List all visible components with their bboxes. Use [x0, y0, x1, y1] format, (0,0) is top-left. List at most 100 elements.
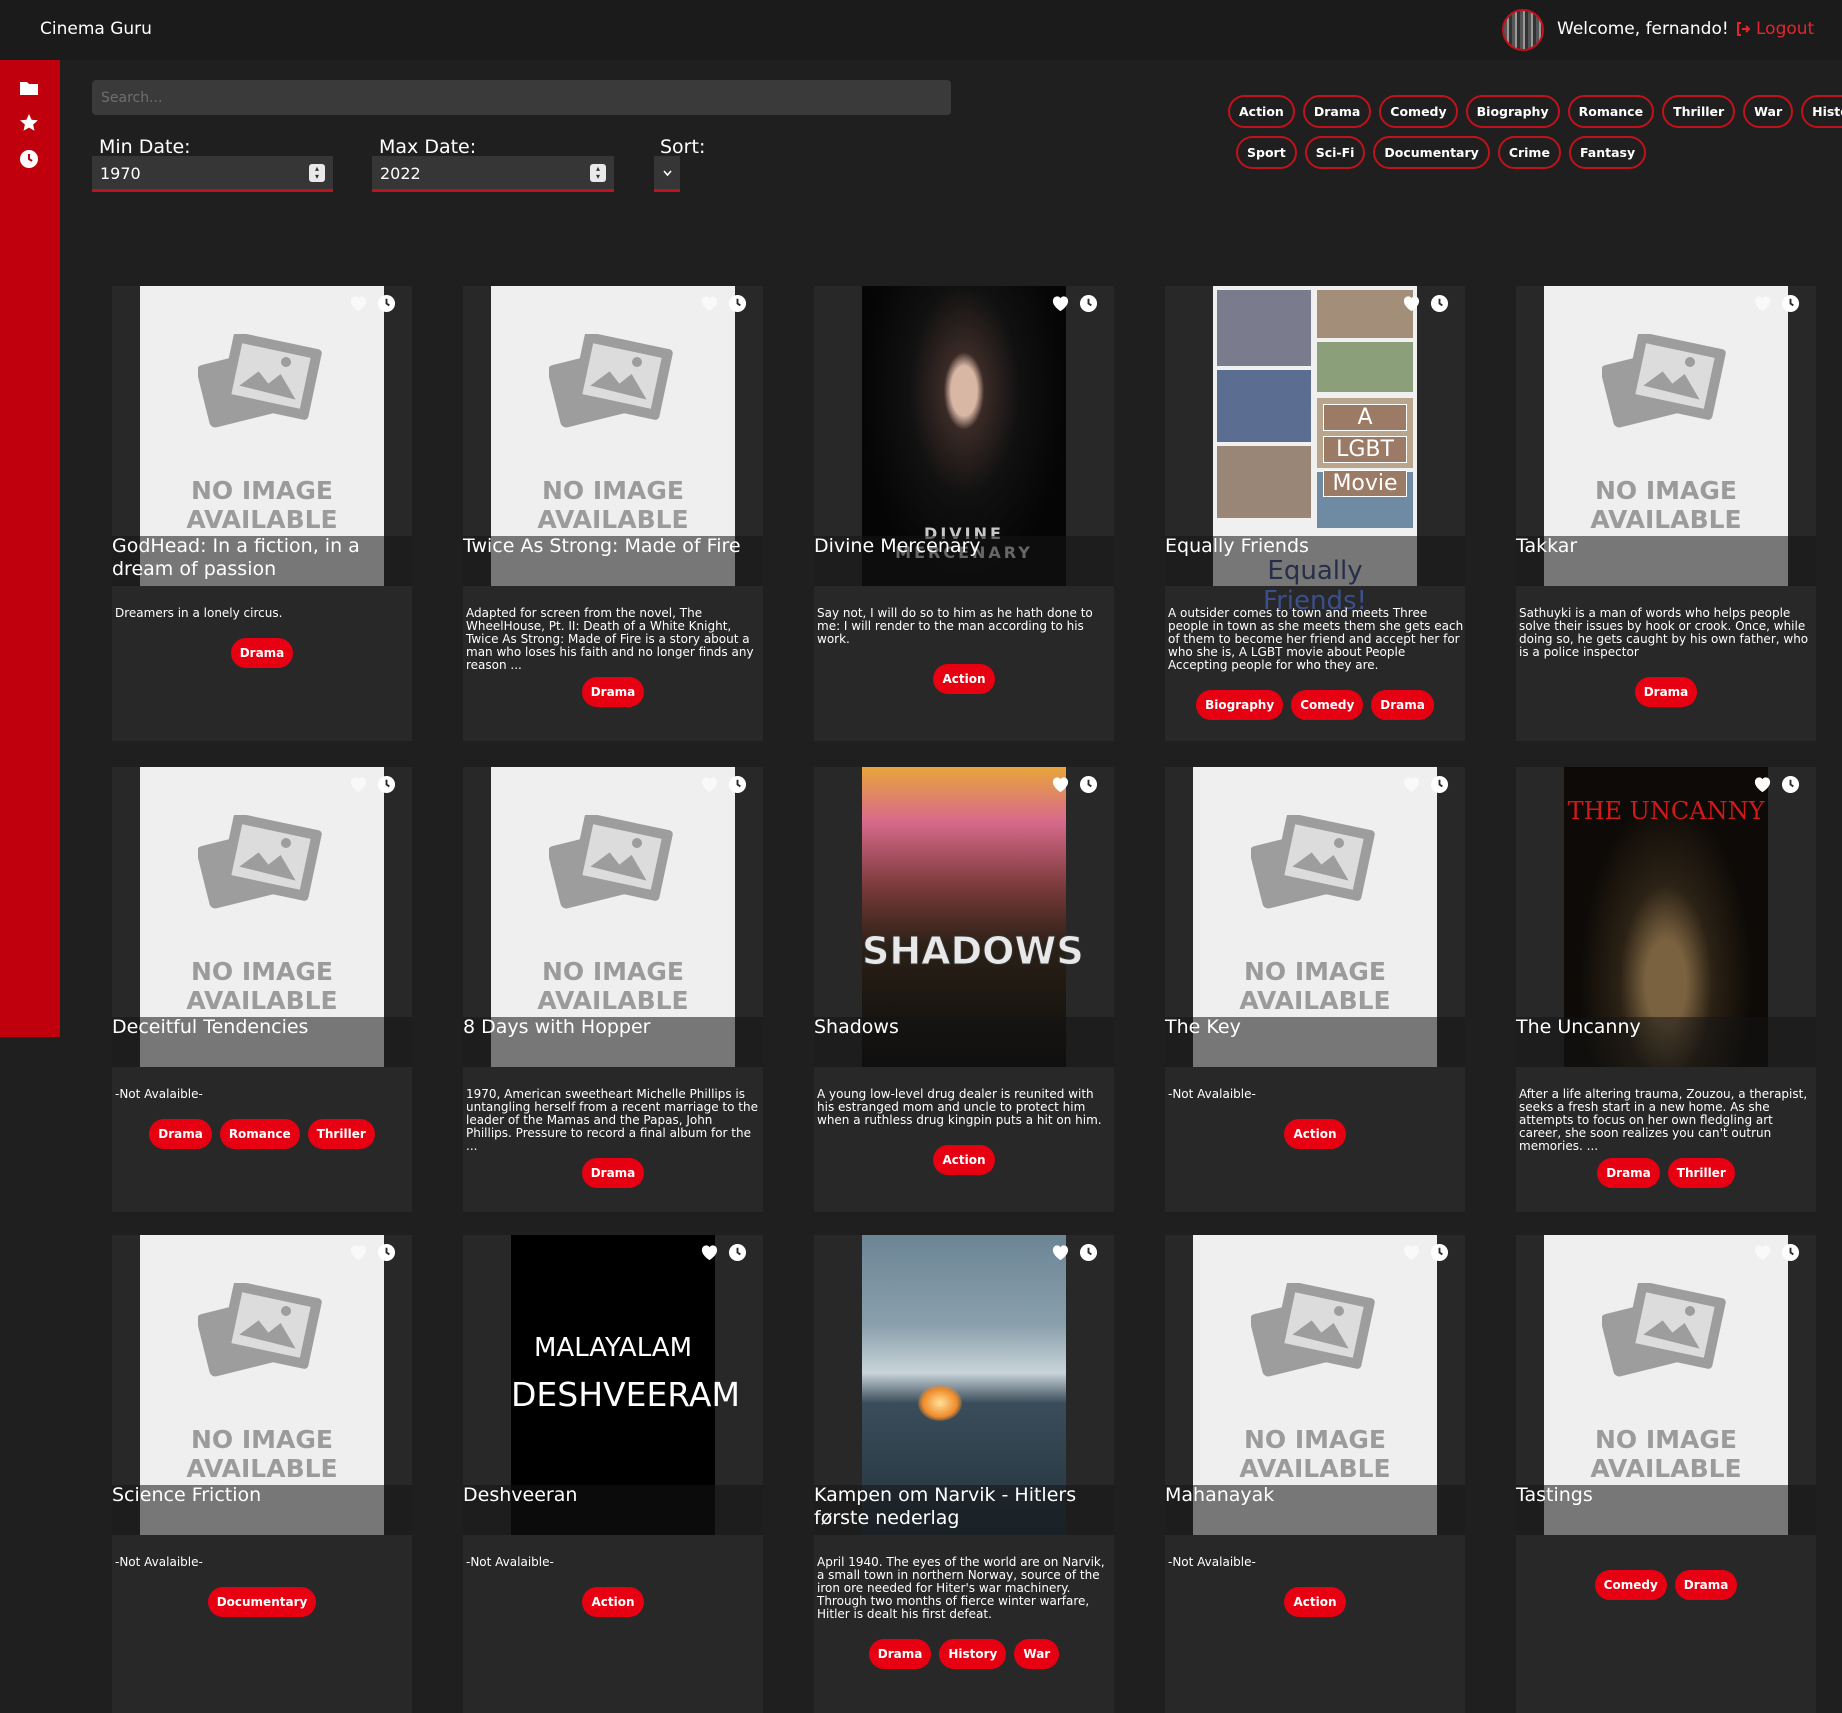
heart-icon[interactable]: [700, 1243, 719, 1266]
movie-card[interactable]: NO IMAGE AVAILABLE Science Friction -Not Av…: [112, 1235, 412, 1713]
genre-tag[interactable]: Thriller: [1667, 1158, 1735, 1188]
clock-icon[interactable]: [1430, 775, 1449, 798]
genre-tag[interactable]: Drama: [230, 638, 294, 668]
genre-filter-action[interactable]: Action: [1228, 95, 1295, 128]
card-actions: [700, 775, 747, 798]
genre-filter-history[interactable]: History: [1801, 95, 1842, 128]
heart-icon[interactable]: [349, 775, 368, 798]
movie-card[interactable]: NO IMAGE AVAILABLE Mahanayak -Not Avalaible…: [1165, 1235, 1465, 1713]
movie-card[interactable]: NO IMAGE AVAILABLE Takkar Sathuyki is a man…: [1516, 286, 1816, 741]
heart-icon[interactable]: [700, 775, 719, 798]
genre-tag[interactable]: Romance: [219, 1119, 300, 1149]
heart-icon[interactable]: [1753, 775, 1772, 798]
genre-tag[interactable]: Action: [933, 1145, 995, 1175]
clock-icon[interactable]: [19, 149, 39, 169]
search-input[interactable]: [92, 80, 951, 115]
genre-filter-sci-fi[interactable]: Sci-Fi: [1304, 136, 1366, 169]
genre-tag[interactable]: Drama: [149, 1119, 212, 1149]
logout-button[interactable]: Logout: [1735, 19, 1814, 39]
genre-filter-fantasy[interactable]: Fantasy: [1568, 136, 1647, 169]
genre-tag[interactable]: Drama: [1371, 690, 1434, 720]
genre-tag[interactable]: Drama: [581, 1158, 645, 1188]
genre-tag[interactable]: Comedy: [1594, 1570, 1667, 1600]
heart-icon[interactable]: [700, 294, 719, 317]
genre-tag[interactable]: Action: [582, 1587, 644, 1617]
max-date-input[interactable]: 2022 ▴ ▾: [372, 156, 614, 192]
clock-icon[interactable]: [1430, 1243, 1449, 1266]
heart-icon[interactable]: [1402, 294, 1421, 317]
star-icon[interactable]: [19, 113, 39, 133]
movie-card[interactable]: MALAYALAM DESHVEERAM Deshveeran -Not Avalai…: [463, 1235, 763, 1713]
genre-filter-biography[interactable]: Biography: [1465, 95, 1560, 128]
no-image-text: NO IMAGE AVAILABLE: [140, 957, 384, 1015]
clock-icon[interactable]: [1430, 294, 1449, 317]
movie-card[interactable]: NO IMAGE AVAILABLE GodHead: In a fiction, …: [112, 286, 412, 741]
no-image-line: NO IMAGE: [190, 476, 333, 505]
genre-tag[interactable]: Drama: [1634, 677, 1698, 707]
max-date-spinner-icon[interactable]: ▴ ▾: [590, 164, 606, 182]
movie-card[interactable]: NO IMAGE AVAILABLE The Key -Not Avalaible- A…: [1165, 767, 1465, 1212]
movie-card[interactable]: DIVINE MERCENARYDivine MercenarySay not,…: [814, 286, 1114, 741]
heart-icon[interactable]: [1753, 1243, 1772, 1266]
genre-filter-sport[interactable]: Sport: [1236, 136, 1297, 169]
genre-tag[interactable]: Drama: [1597, 1158, 1660, 1188]
genre-tag[interactable]: Drama: [581, 677, 645, 707]
clock-icon[interactable]: [1079, 1243, 1098, 1266]
genre-tag[interactable]: Thriller: [307, 1119, 375, 1149]
sort-select[interactable]: [654, 156, 680, 192]
min-date-spinner-icon[interactable]: ▴ ▾: [309, 164, 325, 182]
genre-tags: Action: [1165, 1587, 1465, 1617]
clock-icon[interactable]: [377, 775, 396, 798]
genre-filter-documentary[interactable]: Documentary: [1373, 136, 1490, 169]
genre-filter-comedy[interactable]: Comedy: [1379, 95, 1458, 128]
app-title[interactable]: Cinema Guru: [40, 19, 152, 39]
heart-icon[interactable]: [1402, 775, 1421, 798]
genre-filter-war[interactable]: War: [1743, 95, 1794, 128]
genre-tag[interactable]: Drama: [1674, 1570, 1738, 1600]
clock-icon[interactable]: [1781, 1243, 1800, 1266]
movie-card[interactable]: THE UNCANNY The Uncanny After a life alter…: [1516, 767, 1816, 1212]
movie-card[interactable]: NO IMAGE AVAILABLE Twice As Strong: Made o…: [463, 286, 763, 741]
card-actions: [1402, 1243, 1449, 1266]
heart-icon[interactable]: [1051, 1243, 1070, 1266]
genre-tag[interactable]: Documentary: [207, 1587, 317, 1617]
genre-tag[interactable]: Biography: [1196, 690, 1284, 720]
movie-card[interactable]: NO IMAGE AVAILABLE 8 Days with Hopper 1970,…: [463, 767, 763, 1212]
clock-icon[interactable]: [1079, 294, 1098, 317]
genre-filter-drama[interactable]: Drama: [1302, 95, 1372, 128]
genre-tag[interactable]: War: [1014, 1639, 1060, 1669]
genre-tag[interactable]: Action: [1284, 1119, 1346, 1149]
movie-title: 8 Days with Hopper: [463, 1016, 651, 1038]
heart-icon[interactable]: [1051, 294, 1070, 317]
user-avatar[interactable]: [1502, 9, 1544, 51]
heart-icon[interactable]: [349, 294, 368, 317]
movie-card[interactable]: NO IMAGE AVAILABLE Tastings Comedy Drama: [1516, 1235, 1816, 1713]
genre-tag[interactable]: History: [939, 1639, 1007, 1669]
min-date-input[interactable]: 1970 ▴ ▾: [92, 156, 333, 192]
genre-tag[interactable]: Drama: [868, 1639, 932, 1669]
genre-filter-romance[interactable]: Romance: [1567, 95, 1655, 128]
heart-icon[interactable]: [1753, 294, 1772, 317]
genre-tag[interactable]: Action: [933, 664, 995, 694]
movie-card[interactable]: NO IMAGE AVAILABLE Deceitful Tendencies -No…: [112, 767, 412, 1212]
clock-icon[interactable]: [1781, 294, 1800, 317]
folder-icon[interactable]: [19, 78, 39, 98]
clock-icon[interactable]: [1781, 775, 1800, 798]
heart-icon[interactable]: [349, 1243, 368, 1266]
clock-icon[interactable]: [377, 1243, 396, 1266]
genre-tag[interactable]: Comedy: [1291, 690, 1364, 720]
heart-icon[interactable]: [1051, 775, 1070, 798]
genre-tag[interactable]: Action: [1284, 1587, 1346, 1617]
movie-card[interactable]: SHADOWS Shadows A young low-level drug dea…: [814, 767, 1114, 1212]
clock-icon[interactable]: [377, 294, 396, 317]
movie-title: GodHead: In a fiction, in a dream of pas…: [112, 535, 360, 580]
movie-card[interactable]: Kampen om Narvik - Hitlers første nederl…: [814, 1235, 1114, 1713]
heart-icon[interactable]: [1402, 1243, 1421, 1266]
clock-icon[interactable]: [728, 1243, 747, 1266]
clock-icon[interactable]: [1079, 775, 1098, 798]
clock-icon[interactable]: [728, 775, 747, 798]
genre-filter-thriller[interactable]: Thriller: [1662, 95, 1736, 128]
genre-filter-crime[interactable]: Crime: [1497, 136, 1561, 169]
clock-icon[interactable]: [728, 294, 747, 317]
movie-card[interactable]: ALGBTMovieEqually Friends!Equally Friend…: [1165, 286, 1465, 741]
